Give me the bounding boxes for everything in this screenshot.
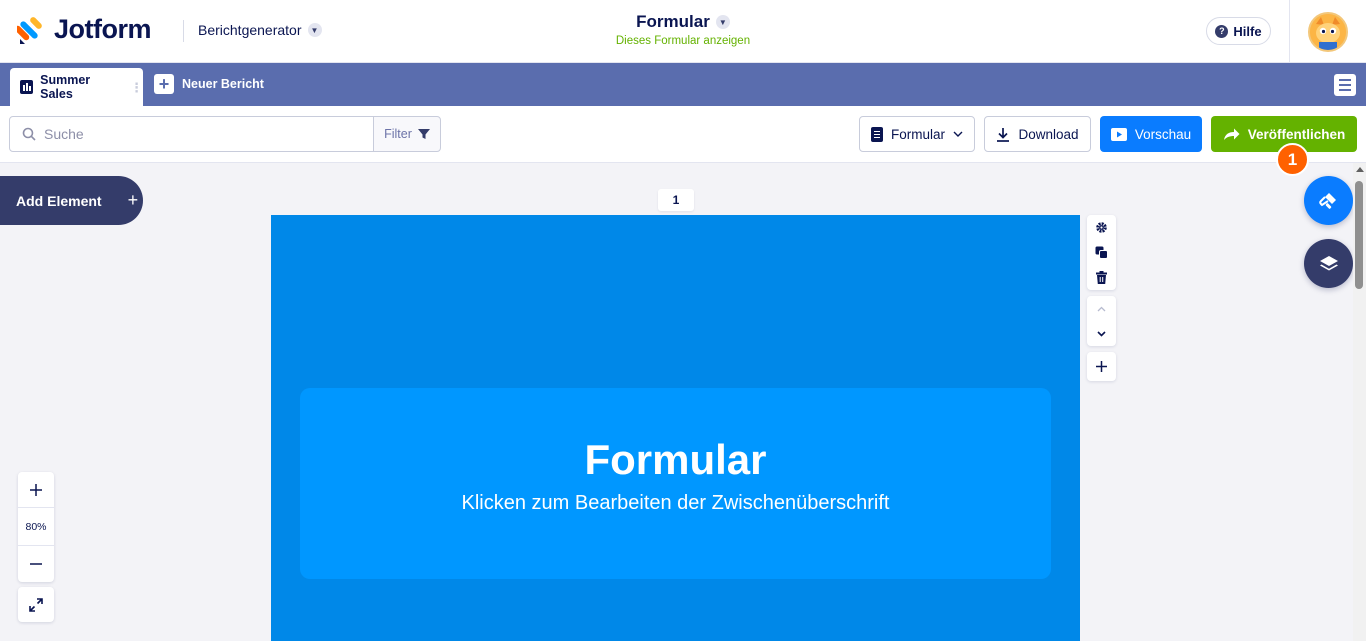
view-form-link[interactable]: Dieses Formular anzeigen [560,35,806,47]
report-slide[interactable]: Formular Klicken zum Bearbeiten der Zwis… [271,215,1080,641]
jotform-logo[interactable]: Jotform [14,14,152,45]
document-icon [870,126,883,142]
form-title-area[interactable]: Formular ▼ Dieses Formular anzeigen [560,12,806,47]
download-button[interactable]: Download [984,116,1091,152]
chevron-down-icon: ▼ [715,15,730,29]
add-page-icon[interactable] [1087,352,1116,381]
search-input[interactable] [44,126,344,142]
divider [1289,0,1290,63]
top-header: Jotform Berichtgenerator ▼ Formular ▼ Di… [0,0,1366,63]
help-label: Hilfe [1233,23,1262,39]
trash-icon[interactable] [1087,265,1116,290]
jotform-logo-icon [14,15,44,45]
form-selector[interactable]: Formular [859,116,975,152]
plus-icon: + [127,190,139,210]
download-icon [997,127,1010,142]
expand-icon[interactable] [18,587,54,622]
vertical-scrollbar[interactable] [1353,163,1366,641]
new-report-button[interactable]: + Neuer Bericht [154,74,264,94]
duplicate-icon[interactable] [1087,240,1116,265]
zoom-in-icon[interactable] [18,472,54,508]
paint-roller-icon[interactable] [1304,176,1353,225]
hamburger-menu-icon[interactable] [1334,74,1356,96]
form-title: Formular [636,12,710,31]
scroll-up-icon[interactable] [1356,167,1364,172]
page-number: 1 [658,189,694,211]
toolbar: Filter Formular Download Vorschau Veröff… [0,106,1366,163]
download-label: Download [1018,126,1079,142]
gear-icon[interactable] [1087,215,1116,240]
tab-label: Summer Sales [40,73,91,101]
filter-button[interactable]: Filter [373,116,441,152]
filter-icon [417,129,430,139]
new-report-label: Neuer Bericht [182,77,264,91]
slide-title[interactable]: Formular [300,436,1051,484]
publish-label: Veröffentlichen [1247,126,1346,142]
avatar[interactable] [1308,12,1348,52]
preview-label: Vorschau [1134,126,1192,142]
app-switcher-label: Berichtgenerator [198,22,302,38]
page-tools [1087,215,1116,387]
step-badge: 1 [1276,143,1309,176]
preview-button[interactable]: Vorschau [1100,116,1202,152]
search-box[interactable] [9,116,374,152]
chevron-down-icon[interactable] [1087,321,1116,346]
slide-subtitle[interactable]: Klicken zum Bearbeiten der Zwischenübers… [300,492,1051,515]
search-icon [22,127,36,141]
help-icon: ? [1215,24,1229,38]
chevron-up-icon[interactable] [1087,296,1116,321]
zoom-control: 80% [18,472,54,582]
layers-icon[interactable] [1304,239,1353,288]
report-icon [20,80,34,94]
tab-summer-sales[interactable]: Summer Sales ⋮ [10,68,143,106]
plus-icon: + [154,74,174,94]
chevron-down-icon [953,131,963,137]
zoom-level: 80% [18,508,54,546]
title-element[interactable]: Formular Klicken zum Bearbeiten der Zwis… [300,388,1051,579]
play-icon [1110,127,1127,141]
scroll-thumb[interactable] [1355,181,1363,289]
zoom-out-icon[interactable] [18,546,54,582]
help-button[interactable]: ? Hilfe [1206,17,1271,45]
filter-label: Filter [384,127,412,141]
add-element-label: Add Element [16,192,102,209]
add-element-button[interactable]: Add Element + [0,176,143,225]
chevron-down-icon: ▼ [307,23,322,37]
brand-name: Jotform [54,14,152,44]
app-switcher[interactable]: Berichtgenerator ▼ [198,22,322,38]
share-arrow-icon [1223,128,1240,140]
more-options-icon[interactable]: ⋮ [130,81,143,94]
form-selector-label: Formular [890,126,945,142]
divider [183,20,184,42]
